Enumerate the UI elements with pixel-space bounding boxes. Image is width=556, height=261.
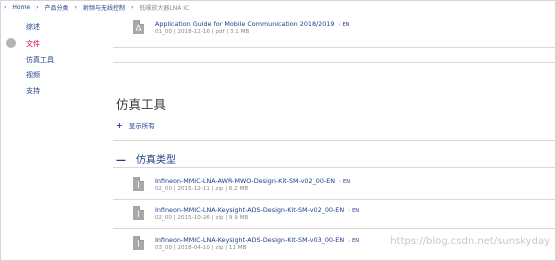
chevron-right-icon: ›	[348, 238, 351, 244]
zip-file-icon	[133, 177, 144, 191]
chevron-right-icon: ›	[339, 179, 342, 185]
file-meta: 02_00 | 2015-10-26 | zip | 9.9 MB	[155, 215, 249, 221]
file-name: Infineon-MMIC-LNA-Keysight-ADS-Design-Ki…	[155, 206, 345, 214]
file-link[interactable]: Infineon-MMIC-LNA-AWR-MWO-Design-Kit-SM-…	[155, 177, 350, 185]
language-tag: › EN	[348, 208, 359, 214]
show-all-button[interactable]: + 显示所有	[116, 120, 155, 130]
active-indicator-icon	[6, 38, 16, 48]
language-tag: › EN	[348, 238, 359, 244]
sidebar-item-support[interactable]: 支持	[26, 86, 40, 96]
breadcrumb-home[interactable]: Home	[12, 4, 30, 11]
pdf-file-icon	[133, 20, 144, 34]
file-name: Infineon-MMIC-LNA-AWR-MWO-Design-Kit-SM-…	[155, 177, 336, 185]
sidebar-item-simulation-tools[interactable]: 仿真工具	[26, 55, 54, 65]
file-meta: 01_00 | 2018-12-16 | pdf | 3.1 MB	[155, 29, 250, 35]
file-name: Infineon-MMIC-LNA-Keysight-ADS-Design-Ki…	[155, 236, 345, 244]
chevron-right-icon: ›	[74, 4, 77, 11]
chevron-right-icon: ›	[4, 4, 7, 11]
chevron-right-icon: ›	[130, 4, 134, 11]
file-meta: 02_00 | 2015-12-11 | zip | 6.2 MB	[155, 186, 249, 192]
file-name: Application Guide for Mobile Communicati…	[155, 20, 335, 28]
chevron-right-icon: ›	[36, 4, 39, 11]
divider	[113, 199, 555, 200]
language-code: EN	[352, 238, 360, 244]
file-link[interactable]: Infineon-MMIC-LNA-Keysight-ADS-Design-Ki…	[155, 206, 359, 214]
sidebar-item-overview[interactable]: 综述	[26, 22, 40, 32]
language-tag: › EN	[339, 179, 350, 185]
sidebar-item-videos[interactable]: 视频	[26, 70, 40, 80]
divider	[113, 167, 555, 168]
language-code: EN	[352, 208, 360, 214]
divider	[113, 47, 555, 48]
subsection-title: 仿真类型	[136, 155, 176, 166]
chevron-right-icon: ›	[348, 208, 351, 214]
chevron-right-icon: ›	[338, 22, 341, 28]
breadcrumb: › Home › 产品分类 › 射频与无线控制 › 低噪放大器LNA IC	[4, 3, 189, 12]
file-link[interactable]: Infineon-MMIC-LNA-Keysight-ADS-Design-Ki…	[155, 236, 359, 244]
language-code: EN	[343, 179, 350, 185]
sidebar-item-documents[interactable]: 文件	[26, 39, 40, 49]
language-code: EN	[342, 22, 350, 28]
language-tag: › EN	[338, 22, 349, 28]
plus-icon: +	[116, 121, 123, 130]
file-link[interactable]: Application Guide for Mobile Communicati…	[155, 20, 349, 28]
minus-icon: —	[116, 155, 126, 166]
divider	[113, 140, 555, 141]
divider	[113, 228, 555, 229]
watermark-text: https://blog.csdn.net/sunskyday	[390, 236, 550, 247]
page-frame	[0, 0, 556, 261]
breadcrumb-current: 低噪放大器LNA IC	[139, 5, 190, 12]
breadcrumb-rf[interactable]: 射频与无线控制	[83, 3, 125, 12]
section-title: 仿真工具	[116, 97, 167, 112]
zip-file-icon	[133, 206, 144, 220]
show-all-label: 显示所有	[128, 122, 155, 130]
breadcrumb-products[interactable]: 产品分类	[45, 3, 69, 12]
zip-file-icon	[133, 236, 144, 250]
divider	[113, 62, 555, 63]
subsection-toggle[interactable]: — 仿真类型	[116, 151, 176, 166]
file-meta: 03_00 | 2018-04-10 | zip | 11 MB	[155, 245, 247, 251]
